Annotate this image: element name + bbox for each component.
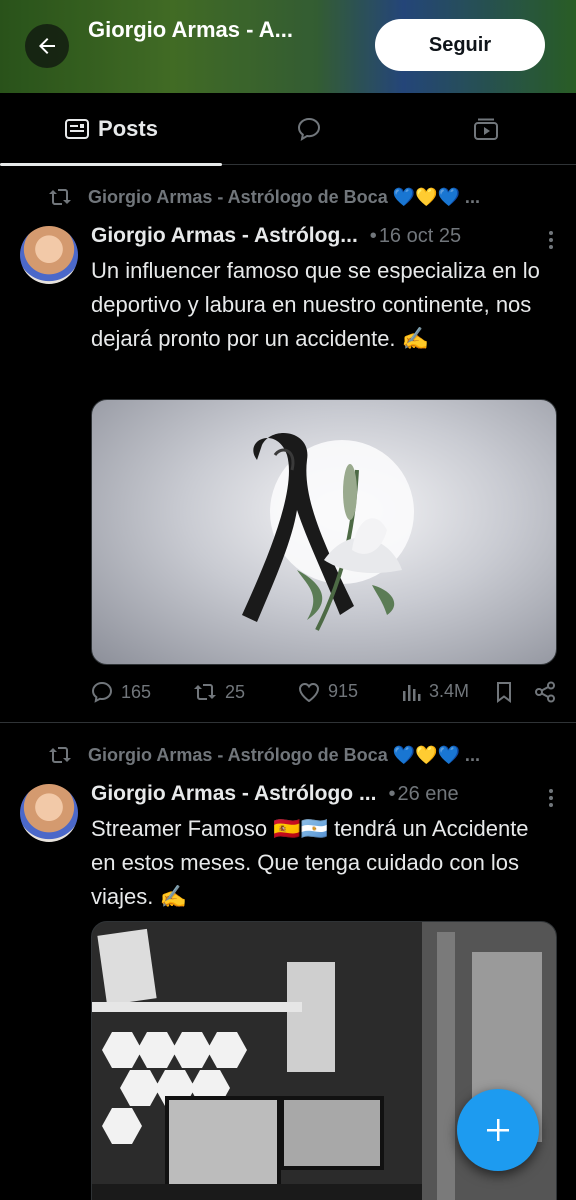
- bookmark-button[interactable]: [495, 681, 513, 703]
- header-title: Giorgio Armas - A...: [88, 17, 293, 42]
- repost-count: 25: [225, 681, 246, 702]
- avatar[interactable]: [20, 226, 78, 284]
- post-actions: 165 25 915 3.4M: [91, 681, 561, 707]
- reply-icon: [91, 681, 113, 703]
- reply-count: 165: [121, 681, 152, 702]
- views-button[interactable]: 3.4M: [401, 681, 469, 702]
- like-button[interactable]: 915: [298, 681, 358, 702]
- separator-dot: •: [388, 782, 396, 805]
- post-date[interactable]: 26 ene: [397, 783, 458, 806]
- more-icon[interactable]: [548, 230, 554, 250]
- repost-label: Giorgio Armas - Astrólogo de Boca 💙💛💙 ..…: [88, 186, 480, 207]
- post-header: Giorgio Armas - Astrólogo ... • 26 ene: [91, 782, 459, 806]
- repost-button[interactable]: 25: [193, 681, 245, 703]
- repost-icon: [49, 189, 71, 205]
- replies-tab-icon: [297, 117, 321, 141]
- views-count: 3.4M: [429, 681, 470, 701]
- post-text: Un influencer famoso que se especializa …: [91, 258, 540, 351]
- reply-button[interactable]: 165: [91, 681, 151, 703]
- back-arrow-icon: [39, 38, 55, 54]
- share-button[interactable]: [534, 681, 556, 703]
- tab-posts[interactable]: Posts: [0, 93, 222, 166]
- compose-plus-icon: [487, 1119, 509, 1141]
- post-card[interactable]: Giorgio Armas - Astrólogo de Boca 💙💛💙 ..…: [0, 166, 576, 723]
- bookmark-icon: [497, 682, 511, 703]
- share-icon: [535, 681, 555, 703]
- post-date[interactable]: 16 oct 25: [379, 225, 461, 248]
- post-image-mourning-ribbon[interactable]: [91, 399, 557, 665]
- author-name[interactable]: Giorgio Armas - Astrólogo ...: [91, 782, 376, 806]
- tab-replies[interactable]: [222, 93, 396, 165]
- repost-icon: [49, 747, 71, 763]
- like-count: 915: [328, 681, 359, 701]
- follow-button[interactable]: Seguir: [375, 19, 545, 71]
- posts-tab-icon: [65, 119, 90, 139]
- tab-media[interactable]: [396, 93, 576, 165]
- profile-tabs: Posts: [0, 93, 576, 166]
- repost-icon: [194, 684, 216, 700]
- author-name[interactable]: Giorgio Armas - Astrólog...: [91, 224, 358, 248]
- tab-posts-label: Posts: [98, 116, 158, 141]
- mourning-ribbon-illustration: [242, 433, 414, 631]
- avatar[interactable]: [20, 784, 78, 842]
- profile-header-banner: Giorgio Armas - A... Seguir: [0, 0, 576, 93]
- more-icon[interactable]: [548, 788, 554, 808]
- separator-dot: •: [369, 224, 377, 247]
- like-icon: [298, 682, 320, 702]
- compose-button[interactable]: [457, 1089, 539, 1171]
- post-text: Streamer Famoso 🇪🇸🇦🇷 tendrá un Accidente…: [91, 816, 529, 909]
- media-tab-icon: [474, 118, 498, 140]
- views-icon: [403, 684, 421, 701]
- repost-label: Giorgio Armas - Astrólogo de Boca 💙💛💙 ..…: [88, 744, 480, 765]
- repost-indicator: Giorgio Armas - Astrólogo de Boca 💙💛💙 ..…: [48, 186, 480, 208]
- post-header: Giorgio Armas - Astrólog... • 16 oct 25: [91, 224, 461, 248]
- back-button[interactable]: [25, 24, 69, 68]
- repost-indicator: Giorgio Armas - Astrólogo de Boca 💙💛💙 ..…: [48, 744, 480, 766]
